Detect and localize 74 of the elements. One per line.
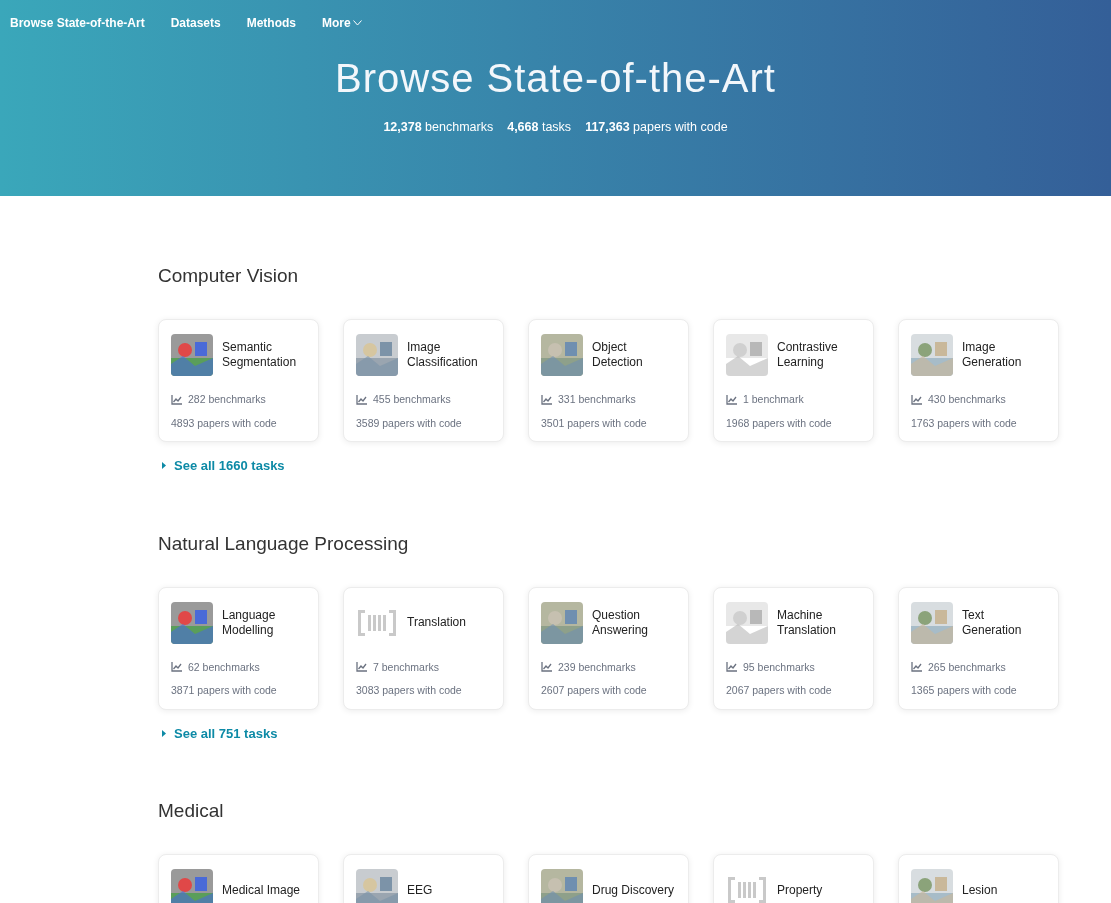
task-title: Image Classification [407,340,479,370]
see-all-link[interactable]: See all 1660 tasks [162,456,1059,476]
task-title: Lesion [962,882,998,898]
benchmark-count: 455 benchmarks [373,392,451,407]
task-card[interactable]: Drug Discovery [528,854,689,903]
chart-icon [171,662,182,673]
chart-icon [541,662,552,673]
see-all-link[interactable]: See all 751 tasks [162,723,1059,743]
task-card[interactable]: Property [713,854,874,903]
page-title: Browse State-of-the-Art [335,58,776,98]
task-card[interactable]: Question Answering 239 benchmarks 2607 papers with code [528,586,689,710]
task-title: Machine Translation [777,607,837,638]
benchmark-count: 282 benchmarks [188,392,266,407]
benchmark-count: 95 benchmarks [743,659,815,675]
task-card[interactable]: EEG [343,854,504,903]
chart-icon [726,662,737,673]
paper-count: 4893 papers with code [171,415,278,431]
task-title: Contrastive Learning [777,340,839,370]
chart-icon [726,394,737,405]
paper-count: 3589 papers with code [356,415,463,431]
paper-count: 1968 papers with code [726,415,833,431]
task-card[interactable]: Translation 7 benchmarks 3083 papers with code [343,586,504,710]
chart-icon [356,394,367,405]
task-card[interactable]: Machine Translation 95 benchmarks 2067 papers with code [713,586,874,710]
stat-text: 12,378 benchmarks [383,119,494,136]
task-card[interactable]: Language Modelling 62 benchmarks 3871 papers with code [158,586,319,710]
chart-icon [541,394,552,405]
chart-icon [911,662,922,673]
stat-text: 4,668 tasks [507,119,572,136]
benchmark-count: 239 benchmarks [558,659,636,675]
task-card[interactable]: Image Classification 455 benchmarks 3589 papers with code [343,319,504,442]
task-title: Language Modelling [222,607,277,638]
task-card[interactable]: Contrastive Learning 1 benchmark 1968 papers with code [713,319,874,442]
task-title: Image Generation [962,340,1023,370]
task-title: Medical Image [222,882,301,898]
paper-count: 2607 papers with code [541,683,648,699]
benchmark-count: 7 benchmarks [373,659,439,675]
task-card[interactable]: Lesion [898,854,1059,903]
caret-icon [162,462,166,470]
benchmark-count: 430 benchmarks [928,392,1006,407]
caret-icon [162,729,166,737]
placeholder-icon [726,875,768,903]
task-title: Translation [407,615,466,630]
chart-icon [356,662,367,673]
chart-icon [911,394,922,405]
section-title: Medical [158,801,225,820]
task-card[interactable]: Text Generation 265 benchmarks 1365 papers with code [898,586,1059,710]
benchmark-count: 1 benchmark [743,392,804,407]
task-title: Question Answering [592,607,650,638]
benchmark-count: 62 benchmarks [188,659,260,675]
benchmark-count: 265 benchmarks [928,659,1006,675]
paper-count: 3501 papers with code [541,415,648,431]
task-title: Property [777,882,823,898]
paper-count: 1763 papers with code [911,415,1018,431]
task-card[interactable]: Object Detection 331 benchmarks 3501 papers with code [528,319,689,442]
task-title: Text Generation [962,607,1023,638]
benchmark-count: 331 benchmarks [558,392,636,407]
placeholder-icon [356,607,398,638]
task-card[interactable]: Medical Image [158,854,319,903]
chart-icon [171,394,182,405]
section-title: Computer Vision [158,266,300,285]
paper-count: 2067 papers with code [726,683,833,699]
paper-count: 1365 papers with code [911,683,1018,699]
task-title: Object Detection [592,340,644,370]
paper-count: 3871 papers with code [171,683,278,699]
task-title: Drug Discovery [592,882,675,898]
task-title: EEG [407,882,433,898]
task-card[interactable]: Semantic Segmentation 282 benchmarks 4893 papers with code [158,319,319,442]
paper-count: 3083 papers with code [356,683,463,699]
task-card[interactable]: Image Generation 430 benchmarks 1763 papers with code [898,319,1059,442]
nav-link[interactable]: More [322,14,362,32]
section-title: Natural Language Processing [158,533,410,553]
stat-text: 117,363 papers with code [585,119,728,136]
task-title: Semantic Segmentation [222,340,298,370]
